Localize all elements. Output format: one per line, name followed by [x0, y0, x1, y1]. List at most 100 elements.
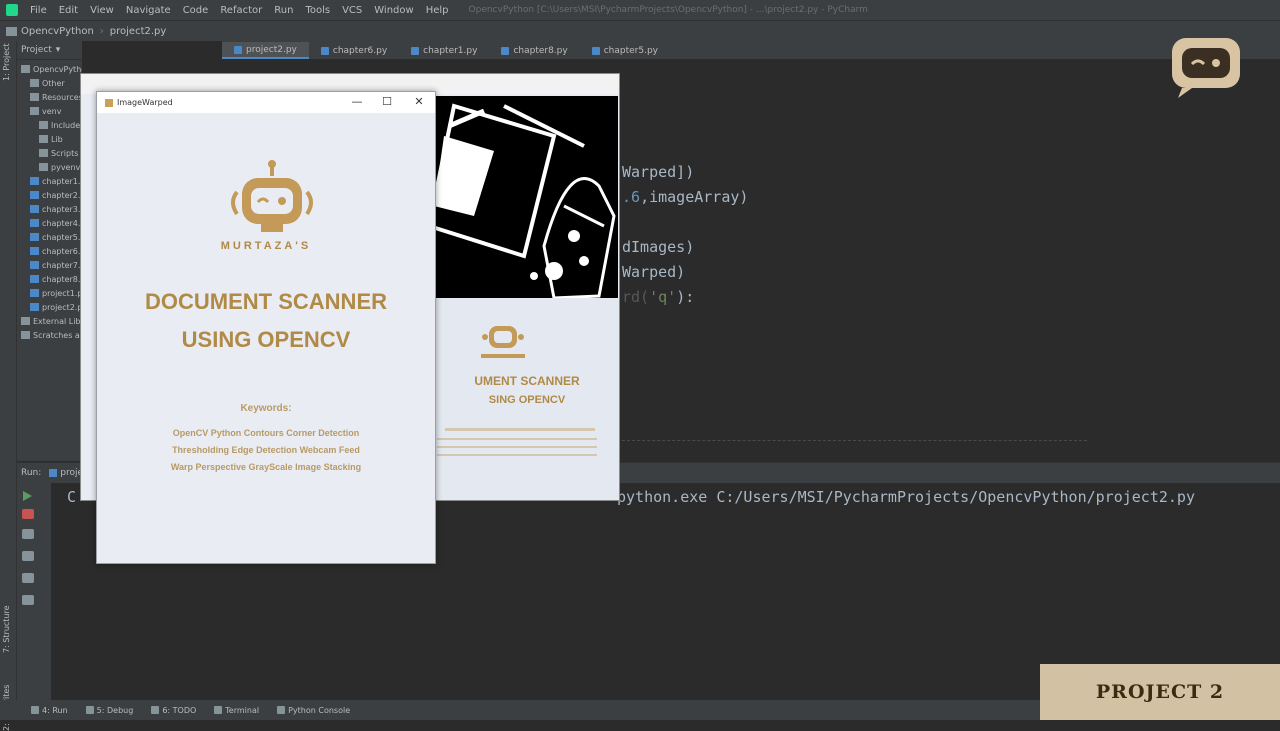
robot-logo-icon: [481, 326, 525, 358]
project-view-selector[interactable]: Project: [21, 45, 52, 55]
code-line: .6,imageArray): [622, 188, 748, 206]
tree-item[interactable]: Scratches and Consoles: [17, 328, 82, 342]
image-warped-window[interactable]: ImageWarped — ☐ ✕ MURTAZA'S DOCUMENT SCA…: [96, 91, 436, 564]
close-icon[interactable]: ✕: [411, 95, 427, 109]
tree-item[interactable]: Lib: [17, 132, 82, 146]
bottom-tool-tab-label: Terminal: [225, 705, 260, 715]
tree-item[interactable]: pyvenv.cfg: [17, 160, 82, 174]
menu-file[interactable]: File: [24, 5, 53, 16]
small-doc-line: [445, 428, 595, 431]
breadcrumb-project[interactable]: OpencvPython: [21, 26, 94, 37]
stop-icon[interactable]: [22, 509, 34, 519]
editor-tab-bar: project2.py chapter6.py chapter1.py chapter…: [222, 41, 1280, 59]
menu-navigate[interactable]: Navigate: [120, 5, 177, 16]
maximize-icon[interactable]: ☐: [379, 95, 395, 109]
bottom-tool-tab[interactable]: 5: Debug: [77, 706, 143, 715]
breadcrumb-file[interactable]: project2.py: [110, 26, 167, 37]
editor-tab[interactable]: chapter6.py: [309, 42, 399, 59]
structure-tool-button[interactable]: 7: Structure: [2, 605, 11, 653]
python-file-icon: [30, 177, 39, 185]
small-doc-title: UMENT SCANNER: [474, 374, 580, 388]
tree-item[interactable]: chapter1.py: [17, 174, 82, 188]
menu-code[interactable]: Code: [177, 5, 215, 16]
project-tree: OpencvPython Other Resources venv Include Lib…: [17, 60, 82, 342]
tree-item-label: chapter1.py: [42, 176, 82, 186]
image-warped-title: ImageWarped: [117, 98, 173, 107]
minimize-icon[interactable]: —: [349, 95, 365, 109]
project-tool-button[interactable]: 1: Project: [2, 43, 11, 81]
tree-item[interactable]: chapter5.py: [17, 230, 82, 244]
small-doc-line: [437, 454, 597, 456]
console-command: python.exe C:/Users/MSI/PycharmProjects/…: [617, 488, 1195, 506]
bottom-tool-tab-label: Python Console: [288, 705, 351, 715]
editor-tab[interactable]: project2.py: [222, 42, 309, 59]
menu-window[interactable]: Window: [368, 5, 419, 16]
tool-window-icon: [31, 706, 39, 714]
editor-tab[interactable]: chapter8.py: [489, 42, 579, 59]
bottom-tool-tab[interactable]: Terminal: [205, 706, 268, 715]
tree-item[interactable]: chapter4.py: [17, 216, 82, 230]
tree-item[interactable]: chapter7.py: [17, 258, 82, 272]
settings-icon[interactable]: [22, 551, 34, 561]
folder-icon: [21, 317, 30, 325]
tree-item[interactable]: External Libraries: [17, 314, 82, 328]
tree-item[interactable]: chapter2.py: [17, 188, 82, 202]
menu-view[interactable]: View: [84, 5, 120, 16]
editor-tab[interactable]: chapter5.py: [580, 42, 670, 59]
menu-bar: File Edit View Navigate Code Refactor Ru…: [0, 0, 1280, 20]
bottom-tool-tab[interactable]: 6: TODO: [142, 706, 205, 715]
menu-run[interactable]: Run: [268, 5, 299, 16]
menu-refactor[interactable]: Refactor: [214, 5, 268, 16]
tree-item[interactable]: venv: [17, 104, 82, 118]
code-line: dImages): [622, 238, 695, 256]
folder-icon: [30, 93, 39, 101]
tree-item[interactable]: Resources: [17, 90, 82, 104]
python-file-icon: [30, 303, 39, 311]
tree-item[interactable]: project1.py: [17, 286, 82, 300]
tree-item[interactable]: project2.py: [17, 300, 82, 314]
tree-item[interactable]: Other: [17, 76, 82, 90]
window-title: OpencvPython [C:\Users\MSI\PycharmProjec…: [468, 5, 868, 15]
project-panel: Project ▾ OpencvPython Other Resources venv…: [17, 41, 82, 461]
menu-vcs[interactable]: VCS: [336, 5, 368, 16]
tree-item[interactable]: chapter8.py: [17, 272, 82, 286]
threshold-image-graphic: [434, 96, 618, 298]
pause-icon[interactable]: [22, 529, 34, 539]
tree-item-label: OpencvPython: [33, 64, 82, 74]
tree-item[interactable]: Scripts: [17, 146, 82, 160]
folder-icon: [39, 121, 48, 129]
tree-item-label: chapter8.py: [42, 274, 82, 284]
small-doc-subtitle: SING OPENCV: [488, 394, 566, 406]
tree-item-label: venv: [42, 106, 62, 116]
tree-item-label: chapter3.py: [42, 204, 82, 214]
tree-item[interactable]: Include: [17, 118, 82, 132]
tree-item-label: chapter7.py: [42, 260, 82, 270]
python-file-icon: [234, 45, 242, 54]
menu-edit[interactable]: Edit: [53, 5, 84, 16]
python-file-icon: [30, 233, 39, 241]
tool-window-icon: [85, 706, 94, 714]
tree-item-label: External Libraries: [33, 316, 82, 326]
image-warped-titlebar[interactable]: ImageWarped — ☐ ✕: [97, 92, 435, 113]
rerun-icon[interactable]: [23, 491, 32, 501]
keywords-line: OpenCV Python Contours Corner Detection: [172, 428, 360, 438]
pin-icon[interactable]: [22, 573, 34, 583]
bottom-tool-tab[interactable]: Python Console: [268, 706, 359, 715]
keywords-label: Keywords:: [240, 403, 292, 414]
trash-icon[interactable]: [22, 595, 34, 605]
chevron-down-icon[interactable]: ▾: [56, 45, 61, 55]
tree-item[interactable]: chapter3.py: [17, 202, 82, 216]
tree-item[interactable]: OpencvPython: [17, 62, 82, 76]
file-icon: [39, 163, 48, 171]
tool-window-icon: [214, 706, 223, 714]
bottom-tool-tab[interactable]: 4: Run: [22, 706, 77, 715]
document-title: DOCUMENT SCANNER: [145, 289, 387, 314]
menu-tools[interactable]: Tools: [299, 5, 336, 16]
python-file-icon: [30, 191, 39, 199]
tree-item[interactable]: chapter6.py: [17, 244, 82, 258]
editor-tab[interactable]: chapter1.py: [399, 42, 489, 59]
logo-watermark-icon: [1172, 38, 1240, 98]
brand-name: MURTAZA'S: [220, 240, 312, 252]
menu-help[interactable]: Help: [420, 5, 455, 16]
console-prefix: C: [67, 488, 77, 506]
